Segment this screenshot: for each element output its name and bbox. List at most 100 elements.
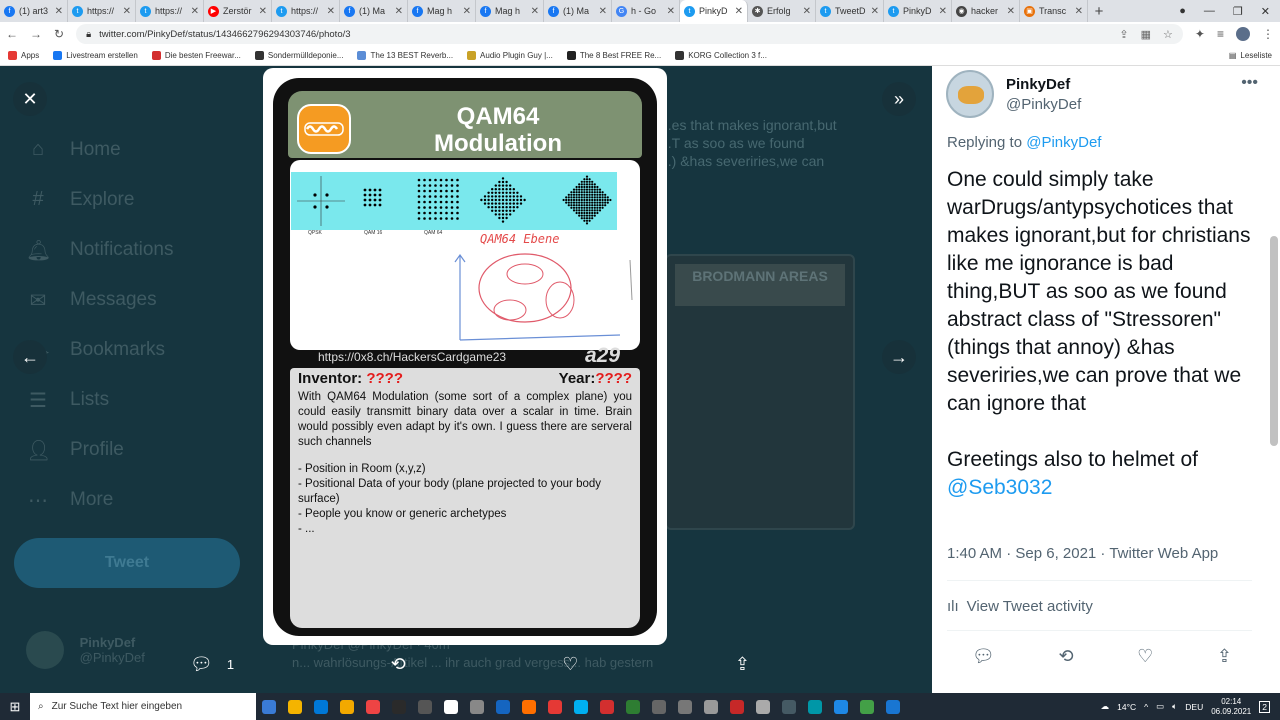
language-indicator[interactable]: DEU <box>1185 702 1203 712</box>
bookmark-item[interactable]: Apps <box>8 51 39 60</box>
tab-close-icon[interactable]: ✕ <box>735 6 743 17</box>
taskbar-app-icon[interactable] <box>360 693 386 720</box>
bookmark-item[interactable]: KORG Collection 3 f... <box>675 51 767 60</box>
tab-close-icon[interactable]: ✕ <box>123 6 131 17</box>
taskbar-app-icon[interactable] <box>698 693 724 720</box>
profile-avatar[interactable] <box>1236 27 1250 41</box>
tab-0[interactable]: f (1) art3 ✕ <box>0 0 68 22</box>
tab-close-icon[interactable]: ✕ <box>667 6 675 17</box>
tab-close-icon[interactable]: ✕ <box>871 6 879 17</box>
queue-icon[interactable]: ≡ <box>1217 27 1224 41</box>
url-input[interactable]: 🔒︎ twitter.com/PinkyDef/status/143466279… <box>76 24 1183 44</box>
tab-close-icon[interactable]: ✕ <box>803 6 811 17</box>
taskbar-app-icon[interactable] <box>620 693 646 720</box>
taskbar-app-icon[interactable] <box>438 693 464 720</box>
qr-icon[interactable]: ▦ <box>1141 28 1151 41</box>
taskbar-app-icon[interactable] <box>490 693 516 720</box>
tab-5[interactable]: f (1) Ma ✕ <box>340 0 408 22</box>
taskbar-app-icon[interactable] <box>464 693 490 720</box>
tab-close-icon[interactable]: ✕ <box>939 6 947 17</box>
bookmark-item[interactable]: Sondermülldeponie... <box>254 51 343 60</box>
reload-icon[interactable]: ↻ <box>54 27 64 41</box>
new-tab-icon[interactable]: + <box>1088 3 1110 20</box>
taskbar-app-icon[interactable] <box>724 693 750 720</box>
network-icon[interactable]: ▭ <box>1156 701 1164 712</box>
back-icon[interactable]: ← <box>6 27 18 41</box>
tab-close-icon[interactable]: ✕ <box>1075 6 1083 17</box>
bookmark-item[interactable]: Die besten Freewar... <box>151 51 241 60</box>
tab-7[interactable]: f Mag h ✕ <box>476 0 544 22</box>
previous-arrow-icon[interactable]: ← <box>13 340 47 374</box>
tab-close-icon[interactable]: ✕ <box>531 6 539 17</box>
taskbar-app-icon[interactable] <box>256 693 282 720</box>
clock[interactable]: 02:14 06.09.2021 <box>1211 697 1251 717</box>
weather-temp[interactable]: 14°C <box>1117 702 1136 712</box>
tab-3[interactable]: ▶ Zerstör ✕ <box>204 0 272 22</box>
bookmark-item[interactable]: Audio Plugin Guy |... <box>467 51 553 60</box>
account-icon[interactable]: ● <box>1179 5 1186 17</box>
volume-icon[interactable]: 🔈︎ <box>1172 701 1177 712</box>
taskbar-app-icon[interactable] <box>516 693 542 720</box>
share-button[interactable]: ⇪ <box>735 654 750 675</box>
tab-close-icon[interactable]: ✕ <box>55 6 63 17</box>
retweet-icon[interactable]: ⟲ <box>1058 646 1073 667</box>
taskbar-app-icon[interactable] <box>854 693 880 720</box>
heart-icon[interactable]: ♡ <box>1137 646 1153 667</box>
reading-list[interactable]: ▤ Leseliste <box>1229 51 1272 60</box>
tab-2[interactable]: t https:// ✕ <box>136 0 204 22</box>
close-icon[interactable]: ✕ <box>13 82 47 116</box>
author-handle[interactable]: @PinkyDef <box>1006 96 1081 113</box>
taskbar-app-icon[interactable] <box>594 693 620 720</box>
tab-close-icon[interactable]: ✕ <box>191 6 199 17</box>
close-window-icon[interactable]: ✕ <box>1261 5 1270 18</box>
author-name[interactable]: PinkyDef <box>1006 76 1081 93</box>
tab-10[interactable]: t PinkyD ✕ <box>680 0 748 22</box>
taskbar-app-icon[interactable] <box>542 693 568 720</box>
tab-close-icon[interactable]: ✕ <box>259 6 267 17</box>
retweet-button[interactable]: ⟲ <box>391 654 406 675</box>
next-arrow-icon[interactable]: → <box>882 340 916 374</box>
share-icon[interactable]: ⇪ <box>1217 646 1232 667</box>
taskbar-app-icon[interactable] <box>776 693 802 720</box>
taskbar-app-icon[interactable] <box>386 693 412 720</box>
share-icon[interactable]: ⇪ <box>1119 28 1128 41</box>
star-icon[interactable]: ☆ <box>1163 28 1173 41</box>
tab-15[interactable]: ▣ Transc ✕ <box>1020 0 1088 22</box>
tray-arrow-icon[interactable]: ^ <box>1144 702 1148 712</box>
bookmark-item[interactable]: The 13 BEST Reverb... <box>357 51 453 60</box>
taskbar-app-icon[interactable] <box>750 693 776 720</box>
tab-close-icon[interactable]: ✕ <box>599 6 607 17</box>
tab-9[interactable]: Gh - Go ✕ <box>612 0 680 22</box>
bookmark-item[interactable]: Livestream erstellen <box>53 51 138 60</box>
tab-13[interactable]: t PinkyD ✕ <box>884 0 952 22</box>
forward-icon[interactable]: → <box>30 27 42 41</box>
tab-close-icon[interactable]: ✕ <box>327 6 335 17</box>
taskbar-app-icon[interactable] <box>282 693 308 720</box>
more-options-icon[interactable]: ••• <box>1241 74 1258 92</box>
mention-link[interactable]: @Seb3032 <box>947 476 1052 499</box>
weather-icon[interactable]: ☁ <box>1101 701 1110 712</box>
tab-close-icon[interactable]: ✕ <box>463 6 471 17</box>
taskbar-app-icon[interactable] <box>308 693 334 720</box>
tab-close-icon[interactable]: ✕ <box>395 6 403 17</box>
tab-12[interactable]: t TweetD ✕ <box>816 0 884 22</box>
tab-11[interactable]: ✱ Erfolg ✕ <box>748 0 816 22</box>
taskbar-app-icon[interactable] <box>828 693 854 720</box>
taskbar-app-icon[interactable] <box>334 693 360 720</box>
windows-start-icon[interactable]: ⊞ <box>0 699 30 715</box>
tab-close-icon[interactable]: ✕ <box>1007 6 1015 17</box>
notification-icon[interactable]: 2 <box>1259 700 1270 713</box>
taskbar-app-icon[interactable] <box>802 693 828 720</box>
taskbar-app-icon[interactable] <box>568 693 594 720</box>
taskbar-app-icon[interactable] <box>880 693 906 720</box>
taskbar-app-icon[interactable] <box>412 693 438 720</box>
tab-8[interactable]: f (1) Ma ✕ <box>544 0 612 22</box>
tweet-meta[interactable]: 1:40 AM · Sep 6, 2021 · Twitter Web App <box>947 545 1218 562</box>
bookmark-item[interactable]: The 8 Best FREE Re... <box>566 51 661 60</box>
like-button[interactable]: ♡ <box>562 654 578 675</box>
tab-1[interactable]: t https:// ✕ <box>68 0 136 22</box>
avatar[interactable] <box>946 70 994 118</box>
taskbar-app-icon[interactable] <box>672 693 698 720</box>
replying-to-link[interactable]: @PinkyDef <box>1026 134 1101 151</box>
extensions-icon[interactable]: ✦ <box>1195 27 1205 41</box>
